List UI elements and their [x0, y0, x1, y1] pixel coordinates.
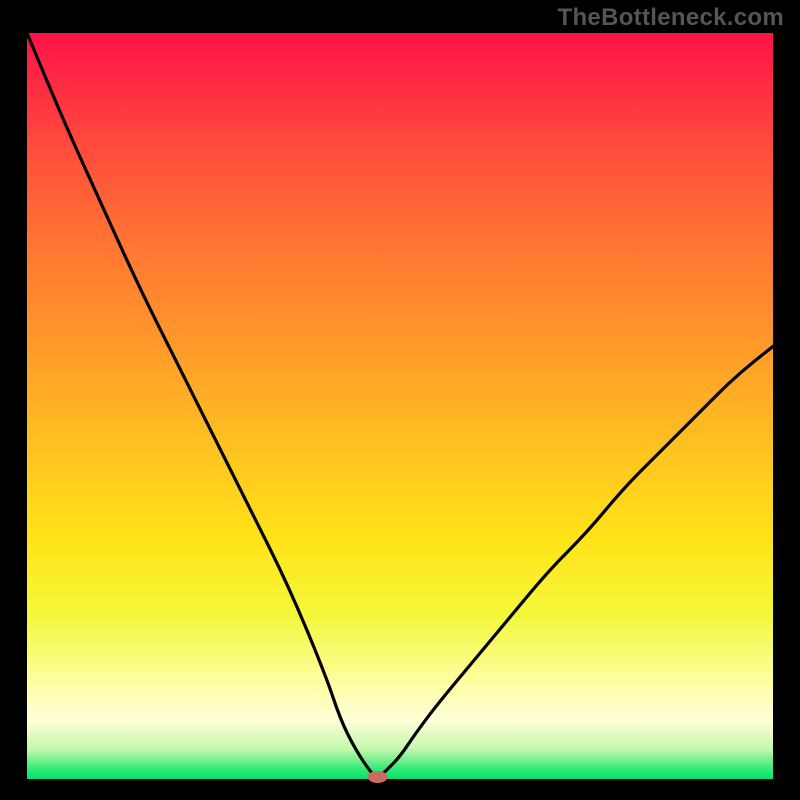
watermark-text: TheBottleneck.com [558, 4, 784, 32]
bottleneck-curve [27, 33, 773, 777]
curve-layer [27, 33, 773, 779]
minimum-marker [368, 771, 388, 783]
chart-frame: TheBottleneck.com [0, 0, 800, 800]
plot-area [27, 33, 773, 779]
